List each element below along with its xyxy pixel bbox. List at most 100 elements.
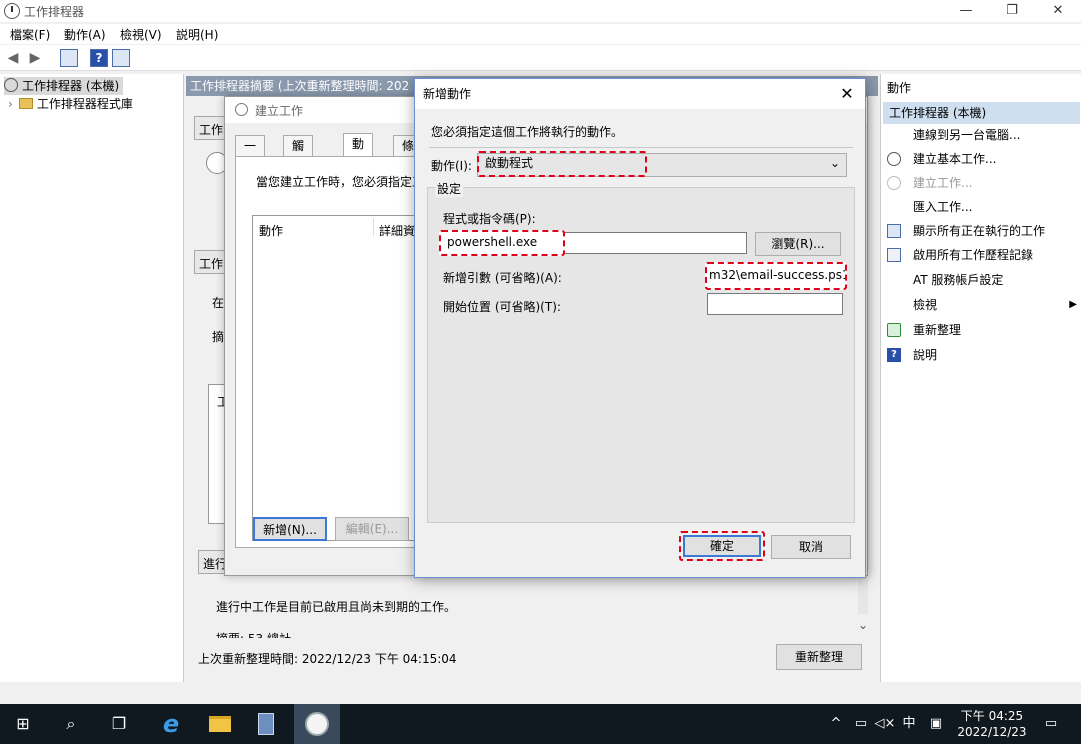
show-hide-action-pane-icon[interactable] — [112, 49, 130, 67]
action-at-service-label: AT 服務帳戶設定 — [913, 273, 1004, 287]
clock-icon — [4, 78, 18, 92]
toolbar: ◀ ▶ ? — [0, 45, 1081, 71]
search-icon[interactable]: ⌕ — [48, 704, 94, 744]
task-scheduler-taskbar-icon[interactable] — [294, 704, 340, 744]
program-label: 程式或指令碼(P): — [443, 212, 536, 226]
tree-root-label: 工作排程器 (本機) — [22, 79, 120, 93]
tab-triggers[interactable]: 觸發程序 — [283, 135, 314, 213]
new-action-dialog: 新增動作 ✕ 您必須指定這個工作將執行的動作。 動作(I): ⌄ 啟動程式 設定… — [414, 78, 866, 578]
ok-highlight — [679, 531, 765, 561]
separator — [429, 147, 853, 148]
start-in-input[interactable] — [707, 293, 843, 315]
help-icon: ? — [887, 348, 901, 362]
ime-indicator[interactable]: 中 — [898, 704, 920, 744]
server-manager-icon[interactable] — [244, 704, 290, 744]
file-explorer-icon[interactable] — [196, 704, 242, 744]
action-show-running-label: 顯示所有正在執行的工作 — [913, 224, 1046, 238]
program-value: powershell.exe — [439, 230, 565, 256]
close-button[interactable]: ✕ — [1035, 0, 1081, 22]
window-title-bar: 工作排程器 — ❐ ✕ — [0, 0, 1081, 22]
action-type-value: 啟動程式 — [477, 151, 647, 177]
last-refresh-text: 上次重新整理時間: 2022/12/23 下午 04:15:04 — [198, 652, 457, 666]
expand-chevron-icon[interactable]: › — [8, 97, 13, 111]
status-text-b: 摘 — [212, 330, 225, 344]
menu-bar: 檔案(F) 動作(A) 檢視(V) 説明(H) — [0, 24, 1081, 44]
list-icon — [887, 224, 901, 238]
taskbar: ⊞ ⌕ ❐ e ^ ▭ ◁× 中 ▣ 下午 04:25 2022/12/23 ▭ — [0, 704, 1081, 744]
chevron-down-icon: ⌄ — [829, 156, 840, 170]
action-view[interactable]: 檢視 ▶ — [887, 294, 1077, 316]
browse-button[interactable]: 瀏覽(R)... — [755, 232, 841, 256]
console-tree: 工作排程器 (本機) › 工作排程器程式庫 — [0, 74, 184, 682]
cancel-button[interactable]: 取消 — [771, 535, 851, 559]
log-icon — [887, 248, 901, 262]
clock[interactable]: 下午 04:25 2022/12/23 — [954, 704, 1030, 744]
actions-pane: 動作 工作排程器 (本機) 連線到另一台電腦... 建立基本工作... 建立工作… — [880, 74, 1081, 682]
help-icon[interactable]: ? — [90, 49, 108, 67]
minimize-button[interactable]: — — [943, 0, 989, 22]
action-help-label: 說明 — [913, 348, 938, 362]
action-create-basic-label: 建立基本工作... — [913, 152, 997, 166]
column-divider — [373, 218, 374, 236]
menu-help[interactable]: 説明(H) — [176, 26, 218, 43]
settings-group-label: 設定 — [435, 180, 464, 197]
action-import-label: 匯入工作... — [913, 200, 973, 214]
action-type-label: 動作(I): — [431, 159, 472, 173]
new-action-titlebar: 新增動作 — [415, 79, 865, 109]
show-hidden-icons-chevron-icon[interactable]: ^ — [826, 704, 846, 744]
action-view-label: 檢視 — [913, 298, 938, 312]
task-view-icon[interactable]: ❐ — [96, 704, 142, 744]
clock-date: 2022/12/23 — [957, 725, 1027, 739]
clock-time: 下午 04:25 — [960, 709, 1024, 723]
status-text-a: 在 — [212, 296, 225, 310]
submenu-arrow-icon: ▶ — [1069, 299, 1077, 310]
clock-icon — [235, 103, 248, 116]
menu-view[interactable]: 檢視(V) — [120, 26, 162, 43]
internet-explorer-icon[interactable]: e — [148, 704, 194, 744]
tab-actions[interactable]: 動作 — [343, 133, 374, 171]
action-connect-label: 連線到另一台電腦... — [913, 128, 1021, 142]
network-icon[interactable]: ▭ — [850, 704, 872, 744]
maximize-button[interactable]: ❐ — [989, 0, 1035, 22]
ime-mode-icon[interactable]: ▣ — [924, 704, 948, 744]
scroll-down-icon[interactable]: ⌄ — [856, 618, 870, 634]
actions-instruction: 當您建立工作時，您必須指定工 — [256, 175, 425, 189]
col-action-header[interactable]: 動作 — [259, 222, 283, 239]
back-arrow-icon[interactable]: ◀ — [4, 49, 22, 67]
new-action-instruction: 您必須指定這個工作將執行的動作。 — [431, 125, 624, 139]
action-refresh-label: 重新整理 — [913, 323, 962, 337]
folder-icon — [18, 98, 33, 109]
tree-library-label: 工作排程器程式庫 — [36, 97, 133, 111]
tree-item-library[interactable]: › 工作排程器程式庫 — [8, 95, 133, 113]
show-hide-tree-icon[interactable] — [60, 49, 78, 67]
actions-pane-header: 動作 — [887, 81, 912, 95]
forward-arrow-icon[interactable]: ▶ — [26, 49, 44, 67]
refresh-icon — [887, 323, 901, 337]
arguments-input[interactable]: m32\email-success.ps1 — [705, 262, 847, 290]
clock-icon — [887, 176, 901, 190]
tab-general[interactable]: 一般 — [235, 135, 266, 173]
actions-group-header[interactable]: 工作排程器 (本機) — [883, 102, 1080, 124]
running-description: 進行中工作是目前已啟用且尚未到期的工作。 — [216, 600, 457, 614]
arguments-label: 新增引數 (可省略)(A): — [443, 271, 562, 285]
edit-action-button[interactable]: 編輯(E)... — [335, 517, 409, 541]
create-task-title: 建立工作 — [255, 104, 304, 118]
tree-item-task-scheduler-local[interactable]: 工作排程器 (本機) — [4, 77, 124, 95]
refresh-button[interactable]: 重新整理 — [776, 644, 862, 670]
notification-center-icon[interactable]: ▭ — [1036, 704, 1066, 744]
col-details-header[interactable]: 詳細資 — [379, 222, 415, 239]
new-action-title: 新增動作 — [423, 87, 472, 101]
action-enable-history-label: 啟用所有工作歷程記錄 — [913, 248, 1034, 262]
actions-list[interactable]: 動作 詳細資 — [252, 215, 432, 541]
dialog-close-icon[interactable]: ✕ — [835, 82, 859, 106]
volume-muted-icon[interactable]: ◁× — [874, 704, 896, 744]
action-create-task-label: 建立工作... — [913, 176, 973, 190]
task-scheduler-clock-icon — [4, 3, 20, 19]
window-title: 工作排程器 — [24, 5, 85, 19]
clock-icon — [887, 152, 901, 166]
menu-action[interactable]: 動作(A) — [64, 26, 106, 43]
start-in-label: 開始位置 (可省略)(T): — [443, 300, 561, 314]
menu-file[interactable]: 檔案(F) — [10, 26, 50, 43]
start-windows-icon[interactable]: ⊞ — [0, 704, 46, 744]
new-action-button[interactable]: 新增(N)... — [253, 517, 327, 541]
